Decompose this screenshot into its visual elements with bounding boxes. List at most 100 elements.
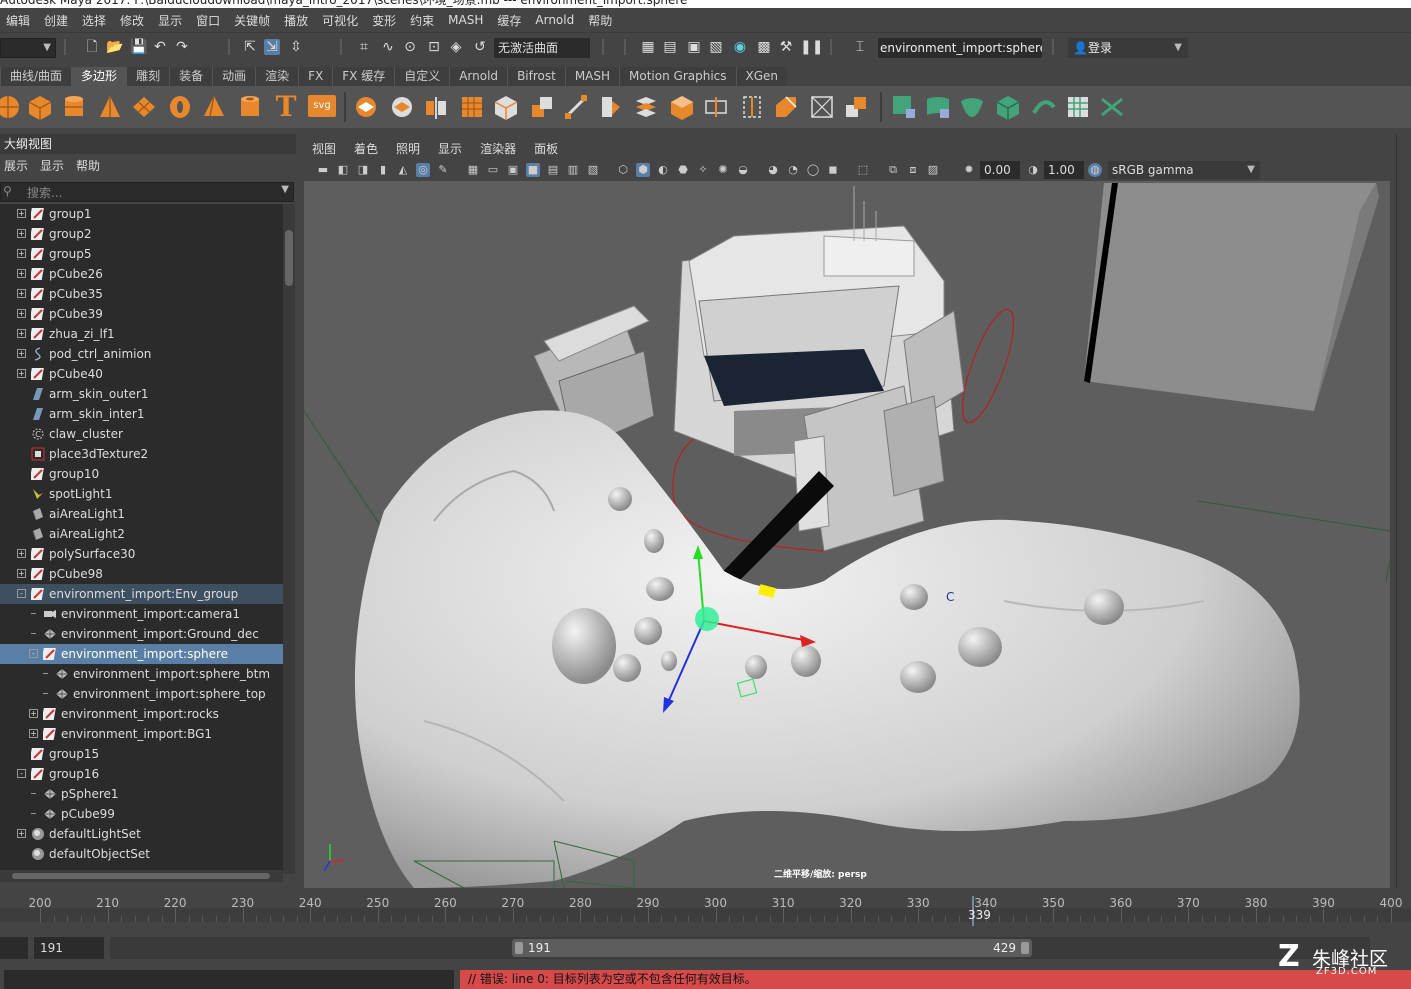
pause-icon[interactable]: ❚❚ [800, 39, 823, 55]
poly-plane-icon[interactable] [130, 93, 158, 121]
new-scene-icon[interactable]: 🗋 [84, 39, 100, 55]
wireframe-on-shaded-icon[interactable]: ⬣ [676, 163, 690, 177]
uv-automatic-icon[interactable] [994, 93, 1022, 121]
bridge-icon[interactable] [562, 93, 590, 121]
uv-cut-icon[interactable] [1098, 93, 1126, 121]
xray-joints-icon[interactable]: ⧉ [886, 163, 900, 177]
multi-cut-icon[interactable] [702, 93, 730, 121]
exposure-field[interactable]: 0.00 [980, 161, 1020, 179]
collapse-icon[interactable]: - [17, 769, 26, 778]
outliner-item[interactable]: aiAreaLight2 [0, 524, 283, 544]
expand-icon[interactable]: + [17, 329, 26, 338]
expand-icon[interactable]: + [17, 229, 26, 238]
poly-type-icon[interactable]: T [272, 93, 300, 121]
expand-icon[interactable]: + [17, 269, 26, 278]
snap-curve-icon[interactable]: ∿ [380, 39, 396, 55]
outliner-item[interactable]: pCube99 [0, 804, 283, 824]
shelf-tab[interactable]: 曲线/曲面 [0, 67, 72, 86]
expand-icon[interactable]: + [29, 729, 38, 738]
depth-of-field-icon[interactable]: ◼ [826, 163, 840, 177]
poly-pipe-icon[interactable] [236, 93, 264, 121]
camera-attributes-icon[interactable]: ◧ [336, 163, 350, 177]
menu-item[interactable]: 播放 [278, 12, 316, 29]
render-view-icon[interactable]: ▦ [640, 39, 656, 55]
menu-item[interactable]: 关键帧 [228, 12, 278, 29]
outliner-item[interactable]: group10 [0, 464, 283, 484]
anti-aliasing-icon[interactable]: ◯ [806, 163, 820, 177]
shelf-tab[interactable]: 自定义 [394, 67, 450, 86]
outliner-menu-item[interactable]: 展示 [0, 156, 36, 176]
merge-icon[interactable] [842, 93, 870, 121]
shelf-tab[interactable]: 动画 [212, 67, 256, 86]
outliner-item[interactable]: + group5 [0, 244, 283, 264]
outliner-item[interactable]: group15 [0, 744, 283, 764]
outliner-item[interactable]: spotLight1 [0, 484, 283, 504]
viewport-menu-item[interactable]: 视图 [302, 140, 344, 157]
shelf-tab[interactable]: FX [298, 67, 333, 86]
shelf-tab[interactable]: 装备 [169, 67, 213, 86]
xray-icon[interactable]: ✧ [696, 163, 710, 177]
poly-cube-icon[interactable] [26, 93, 54, 121]
outliner-item[interactable]: + defaultLightSet [0, 824, 283, 844]
expand-icon[interactable]: + [17, 289, 26, 298]
expand-icon[interactable]: + [17, 549, 26, 558]
outliner-item[interactable]: environment_import:sphere_btm [0, 664, 283, 684]
default-material-icon[interactable]: ◐ [656, 163, 670, 177]
time-slider-track[interactable] [0, 908, 1411, 922]
use-all-lights-icon[interactable]: ✺ [716, 163, 730, 177]
select-component-icon[interactable]: ⇳ [288, 39, 304, 55]
range-start-handle[interactable] [515, 942, 523, 954]
extract-icon[interactable] [772, 93, 800, 121]
film-gate-icon[interactable]: ▭ [486, 163, 500, 177]
hypershade-icon[interactable]: ◉ [732, 39, 748, 55]
scrollbar-thumb[interactable] [12, 873, 270, 879]
field-chart-icon[interactable]: ▤ [546, 163, 560, 177]
outliner-item[interactable]: defaultObjectSet [0, 844, 283, 864]
poly-pyramid-icon[interactable] [200, 93, 228, 121]
poly-svg-icon[interactable]: svg [308, 95, 336, 117]
insert-edge-loop-icon[interactable] [632, 93, 660, 121]
outliner-search-input[interactable]: ⚲ 搜索... ▼ [0, 182, 294, 202]
outliner-item[interactable]: - group16 [0, 764, 283, 784]
shelf-tab[interactable]: XGen [735, 67, 788, 86]
live-surface-field[interactable]: 无激活曲面 [494, 38, 590, 58]
viewport-menu-item[interactable]: 着色 [344, 140, 386, 157]
outliner-item[interactable]: + pCube26 [0, 264, 283, 284]
range-end-handle[interactable] [1021, 942, 1029, 954]
outliner-item[interactable]: environment_import:Ground_dec [0, 624, 283, 644]
outliner-item[interactable]: + pCube98 [0, 564, 283, 584]
menu-item[interactable]: 变形 [366, 12, 404, 29]
2d-pan-zoom-icon[interactable]: ◎ [416, 163, 430, 177]
menu-item[interactable]: 帮助 [582, 12, 620, 29]
shelf-tab[interactable]: Bifrost [507, 67, 565, 86]
menu-item[interactable]: 缓存 [491, 12, 529, 29]
outliner-item[interactable]: Cclaw_cluster [0, 424, 283, 444]
expand-icon[interactable]: + [17, 309, 26, 318]
outliner-menu-item[interactable]: 帮助 [72, 156, 108, 176]
target-weld-icon[interactable] [738, 93, 766, 121]
uv-layout-icon[interactable] [1064, 93, 1092, 121]
outliner-item[interactable]: + zhua_zi_lf1 [0, 324, 283, 344]
uv-spherical-icon[interactable] [958, 93, 986, 121]
collapse-icon[interactable] [808, 93, 836, 121]
range-slider-track[interactable]: 191 429 [110, 937, 1370, 959]
shelf-tab[interactable]: FX 缓存 [332, 67, 395, 86]
save-scene-icon[interactable]: 💾 [130, 39, 147, 55]
wireframe-icon[interactable]: ⬡ [616, 163, 630, 177]
uv-unfold-icon[interactable] [1030, 93, 1058, 121]
shelf-tab[interactable]: 渲染 [255, 67, 299, 86]
outliner-item[interactable]: - environment_import:Env_group [0, 584, 283, 604]
bevel-icon[interactable] [596, 93, 624, 121]
combine-icon[interactable] [352, 93, 380, 121]
outliner-item[interactable]: + pCube35 [0, 284, 283, 304]
mirror-icon[interactable] [422, 93, 450, 121]
select-hierarchy-icon[interactable]: ⇱ [242, 39, 258, 55]
menu-item[interactable]: 可视化 [316, 12, 366, 29]
resolution-gate-icon[interactable]: ▣ [506, 163, 520, 177]
expand-icon[interactable]: + [29, 709, 38, 718]
shelf-tab[interactable]: 多边形 [71, 67, 127, 86]
color-management-icon[interactable]: ◍ [1088, 163, 1102, 177]
bookmarks-icon[interactable]: ◨ [356, 163, 370, 177]
outliner-item[interactable]: + environment_import:rocks [0, 704, 283, 724]
snap-view-plane-icon[interactable]: ⊡ [426, 39, 442, 55]
